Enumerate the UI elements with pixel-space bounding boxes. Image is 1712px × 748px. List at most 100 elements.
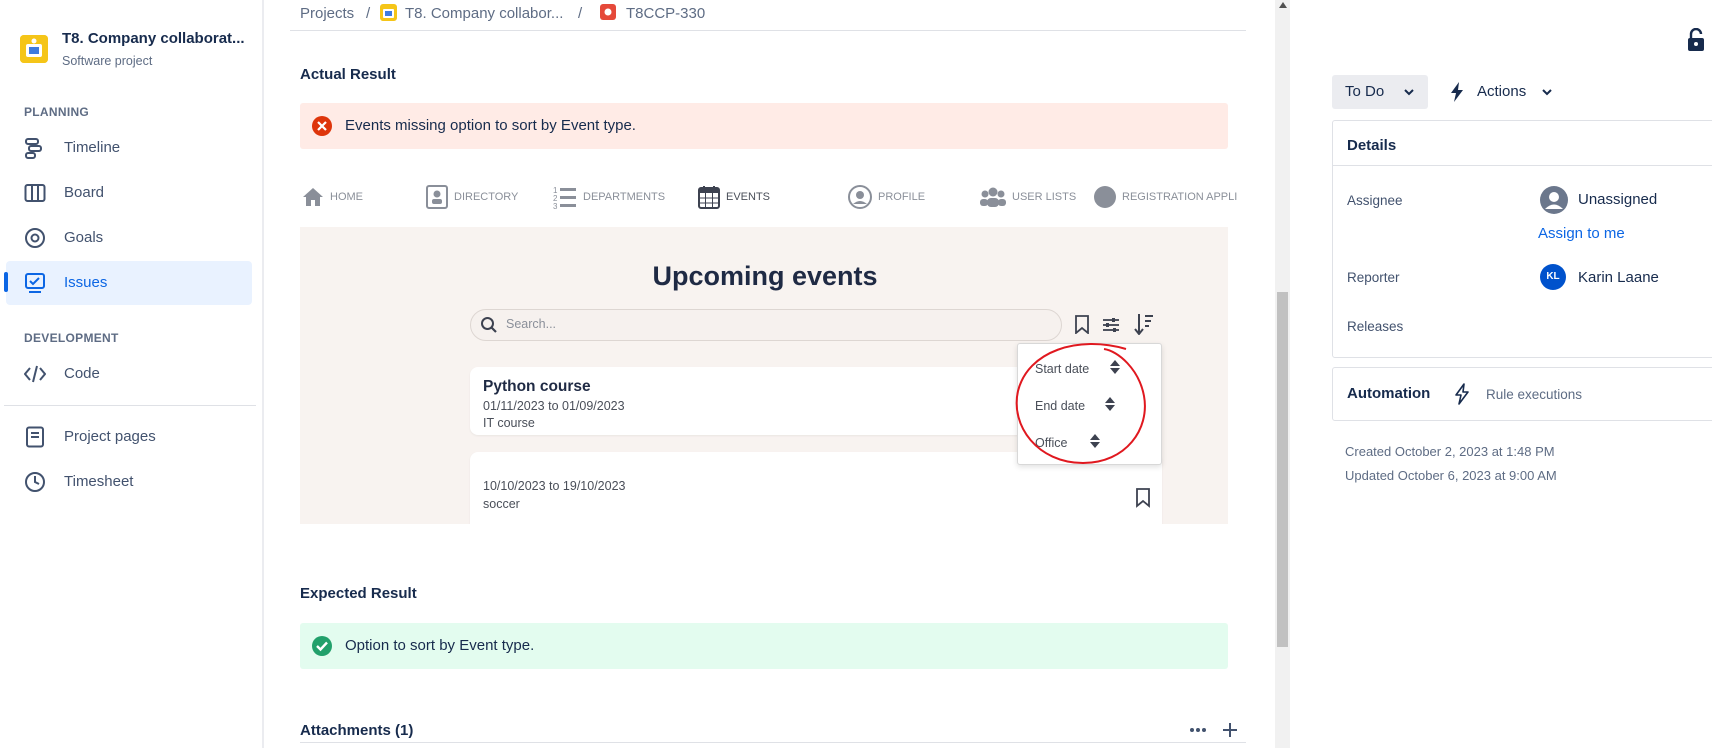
search-icon: [481, 317, 497, 333]
annotation-circle: [1015, 343, 1146, 465]
sidebar-item-goals[interactable]: Goals: [6, 216, 252, 260]
project-name[interactable]: T8. Company collaborat...: [62, 30, 245, 47]
success-panel-text: Option to sort by Event type.: [345, 637, 535, 654]
project-type: Software project: [62, 54, 153, 68]
error-panel-text: Events missing option to sort by Event t…: [345, 117, 636, 134]
status-label: To Do: [1345, 83, 1385, 100]
calendar-icon: [698, 186, 720, 209]
profile-icon: [848, 185, 872, 209]
assign-to-me-link[interactable]: Assign to me: [1538, 225, 1625, 242]
bookmark-icon: [1136, 488, 1150, 508]
event-dates: 01/11/2023 to 01/09/2023: [483, 399, 625, 413]
lightning-icon: [1455, 383, 1469, 405]
reporter-value[interactable]: Karin Laane: [1578, 269, 1659, 286]
scrollbar-thumb[interactable]: [1277, 292, 1288, 647]
breadcrumb-divider: [290, 30, 1246, 31]
actions-button[interactable]: Actions: [1450, 75, 1560, 109]
numbered-list-icon: 123: [553, 186, 576, 209]
pages-icon: [26, 426, 44, 448]
reporter-avatar: KL: [1540, 264, 1566, 290]
nav-user-lists: USER LISTS: [980, 180, 1076, 214]
sidebar-item-label: Timeline: [64, 139, 121, 156]
sidebar-item-board[interactable]: Board: [6, 171, 252, 215]
sidebar-item-label: Issues: [64, 274, 108, 291]
actions-label: Actions: [1477, 83, 1527, 100]
sidebar-item-project-pages[interactable]: Project pages: [6, 415, 252, 459]
clock-icon: [25, 472, 45, 492]
event-dates: 10/10/2023 to 19/10/2023: [483, 479, 626, 493]
code-icon: [24, 365, 46, 383]
details-divider: [1333, 165, 1712, 166]
updated-date: Updated October 6, 2023 at 9:00 AM: [1345, 468, 1557, 483]
sort-icon: [1134, 314, 1153, 335]
bookmark-icon: [1075, 315, 1089, 334]
nav-home: HOME: [302, 180, 363, 214]
circle-icon: [1094, 186, 1116, 208]
actual-result-heading: Actual Result: [300, 66, 396, 83]
event-category: IT course: [483, 416, 535, 430]
development-heading: DEVELOPMENT: [24, 331, 119, 345]
goals-icon: [25, 228, 45, 248]
expected-result-heading: Expected Result: [300, 585, 417, 602]
attachments-heading: Attachments (1): [300, 722, 414, 739]
search-placeholder: Search...: [506, 317, 557, 331]
svg-text:3: 3: [553, 202, 558, 209]
error-icon: [312, 116, 332, 136]
chevron-down-icon: [1404, 89, 1414, 96]
breadcrumb-separator: /: [366, 5, 371, 22]
assignee-label: Assignee: [1347, 193, 1403, 208]
add-attachment-icon[interactable]: [1222, 722, 1238, 738]
success-panel: Option to sort by Event type.: [300, 623, 1228, 669]
sidebar-item-label: Code: [64, 365, 100, 382]
unassigned-avatar-icon: [1540, 186, 1568, 214]
sidebar-item-timesheet[interactable]: Timesheet: [6, 460, 252, 504]
planning-heading: PLANNING: [24, 105, 90, 119]
chevron-down-icon: [1542, 89, 1552, 96]
breadcrumb-projects[interactable]: Projects: [300, 5, 354, 22]
error-panel: Events missing option to sort by Event t…: [300, 103, 1228, 149]
nav-departments: 123 DEPARTMENTS: [553, 186, 666, 209]
filter-sliders-icon: [1103, 318, 1119, 332]
reporter-label: Reporter: [1347, 270, 1400, 285]
directory-icon: [426, 185, 448, 209]
lightning-icon: [1451, 82, 1463, 102]
nav-events: EVENTS: [698, 180, 770, 214]
automation-heading: Automation: [1347, 385, 1431, 402]
event-category: soccer: [483, 497, 520, 511]
lock-icon[interactable]: [1687, 28, 1705, 52]
breadcrumb-issue-key[interactable]: T8CCP-330: [626, 5, 705, 22]
embedded-screenshot: Upcoming events Search... Python course …: [300, 227, 1228, 524]
created-date: Created October 2, 2023 at 1:48 PM: [1345, 444, 1555, 459]
sidebar-border: [262, 0, 264, 748]
breadcrumb-project[interactable]: T8. Company collabor...: [405, 5, 563, 22]
home-icon: [303, 188, 323, 206]
status-button[interactable]: To Do: [1332, 75, 1428, 109]
sidebar-item-label: Board: [64, 184, 105, 201]
event-name: Python course: [483, 378, 591, 395]
releases-label: Releases: [1347, 319, 1404, 334]
active-indicator: [4, 272, 8, 292]
board-icon: [24, 184, 46, 202]
event-card: Python course 01/11/2023 to 01/09/2023 I…: [470, 367, 1040, 435]
bug-icon: [600, 4, 616, 20]
assignee-value[interactable]: Unassigned: [1578, 191, 1657, 208]
events-search: Search...: [470, 309, 1062, 341]
project-logo: [20, 35, 48, 63]
more-icon[interactable]: [1189, 727, 1207, 733]
breadcrumb-separator: /: [578, 5, 583, 22]
check-circle-icon: [312, 636, 332, 656]
embedded-app-nav: HOME DIRECTORY 123 DEPARTMENTS EVENTS PR…: [300, 180, 1237, 220]
sidebar-divider: [4, 405, 256, 406]
sidebar-item-label: Goals: [64, 229, 104, 246]
sidebar-item-label: Project pages: [64, 428, 156, 445]
nav-profile: PROFILE: [848, 180, 925, 214]
sidebar-item-timeline[interactable]: Timeline: [6, 126, 252, 170]
issues-icon: [25, 273, 45, 293]
sidebar-item-code[interactable]: Code: [6, 352, 252, 396]
events-title: Upcoming events: [652, 261, 878, 291]
project-sidebar: T8. Company collaborat... Software proje…: [0, 0, 262, 748]
sidebar-item-issues[interactable]: Issues: [6, 261, 252, 305]
nav-directory: DIRECTORY: [426, 180, 518, 214]
details-heading[interactable]: Details: [1347, 137, 1396, 154]
scroll-up-arrow-icon[interactable]: [1278, 1, 1288, 9]
